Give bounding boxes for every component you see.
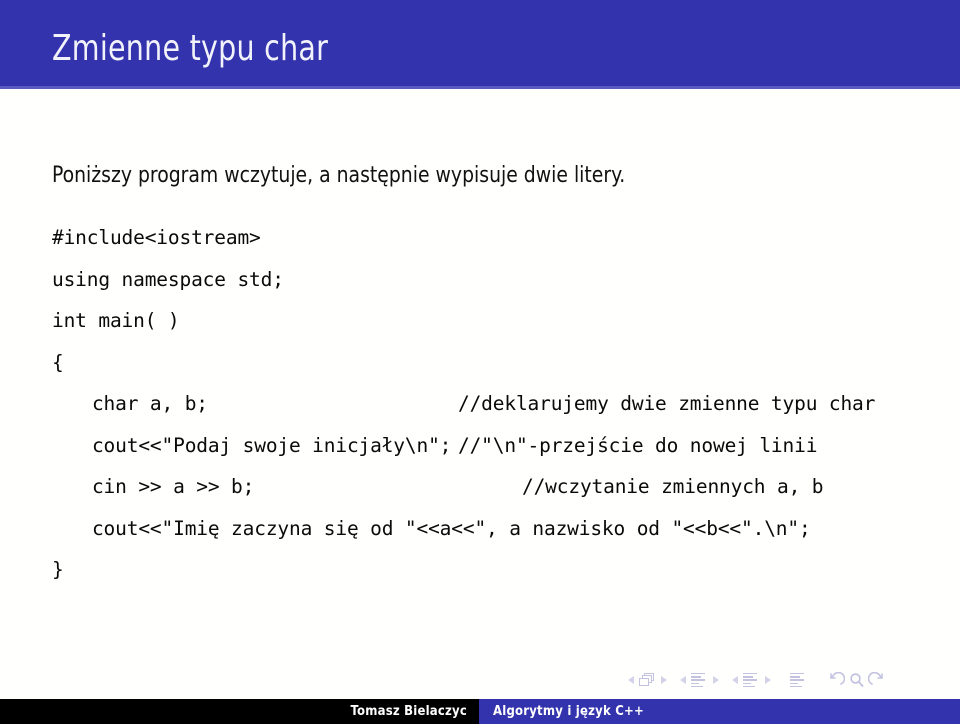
code-line: cin >> a >> b; //wczytanie zmiennych a, b [52,466,952,508]
code-text: cin >> a >> b; [91,475,255,498]
slide-footer: Tomasz Bielaczyc Algorytmy i język C++ [0,699,960,724]
previous-subsection-icon[interactable] [732,676,738,684]
footer-author: Tomasz Bielaczyc [0,699,479,724]
slide-title-bar: Zmienne typu char [0,0,960,86]
previous-slide-icon[interactable] [628,676,634,684]
search-icon[interactable] [849,672,864,688]
code-comment: //wczytanie zmiennych a, b [522,475,824,498]
subsection-lines-icon[interactable] [743,672,760,688]
page-title: Zmienne typu char [52,28,329,69]
previous-section-icon[interactable] [680,676,686,684]
code-text: { [52,350,64,374]
code-line: char a, b; //deklarujemy dwie zmienne typ… [52,383,952,425]
code-comment: //"\n"-przejście do nowej linii [458,433,818,457]
code-text: int main( ) [52,309,180,332]
code-line: } [52,549,952,591]
slides-stack-icon[interactable] [639,672,656,688]
section-lines-icon[interactable] [691,672,708,688]
code-text: using namespace std; [52,267,284,291]
frame-navigation-group[interactable] [790,672,807,688]
code-line: cout<<"Podaj swoje inicjały\n";//"\n"-pr… [52,425,952,467]
next-section-icon[interactable] [713,676,719,684]
next-slide-icon[interactable] [661,676,667,684]
frame-lines-icon[interactable] [790,672,807,688]
code-text: #include<iostream> [52,226,261,249]
code-line: int main( ) [52,300,952,342]
back-arrow-icon[interactable] [828,672,845,688]
subsection-navigation-group[interactable] [732,672,771,688]
code-listing: #include<iostream> using namespace std; in… [52,217,952,591]
footer-course: Algorytmy i język C++ [479,699,960,724]
code-line: { [52,342,952,384]
slide-content: Poniższy program wczytuje, a następnie w… [0,89,960,669]
next-subsection-icon[interactable] [765,676,771,684]
section-navigation-group[interactable] [680,672,719,688]
forward-arrow-icon[interactable] [868,672,885,688]
code-text: cout<<"Imię zaczyna się od "<<a<<", a na… [91,516,811,540]
history-navigation-group[interactable] [828,672,885,688]
code-line: cout<<"Imię zaczyna się od "<<a<<", a na… [52,508,952,550]
code-text: char a, b; [91,392,208,415]
code-line: using namespace std; [52,259,952,301]
beamer-navigation-bar[interactable] [628,668,938,692]
code-text: cout<<"Podaj swoje inicjały\n"; [91,433,452,457]
intro-paragraph: Poniższy program wczytuje, a następnie w… [52,162,626,188]
code-comment: //deklarujemy dwie zmienne typu char [458,392,876,415]
code-line: #include<iostream> [52,217,952,259]
code-text: } [52,558,64,581]
slide-navigation-group[interactable] [628,672,667,688]
